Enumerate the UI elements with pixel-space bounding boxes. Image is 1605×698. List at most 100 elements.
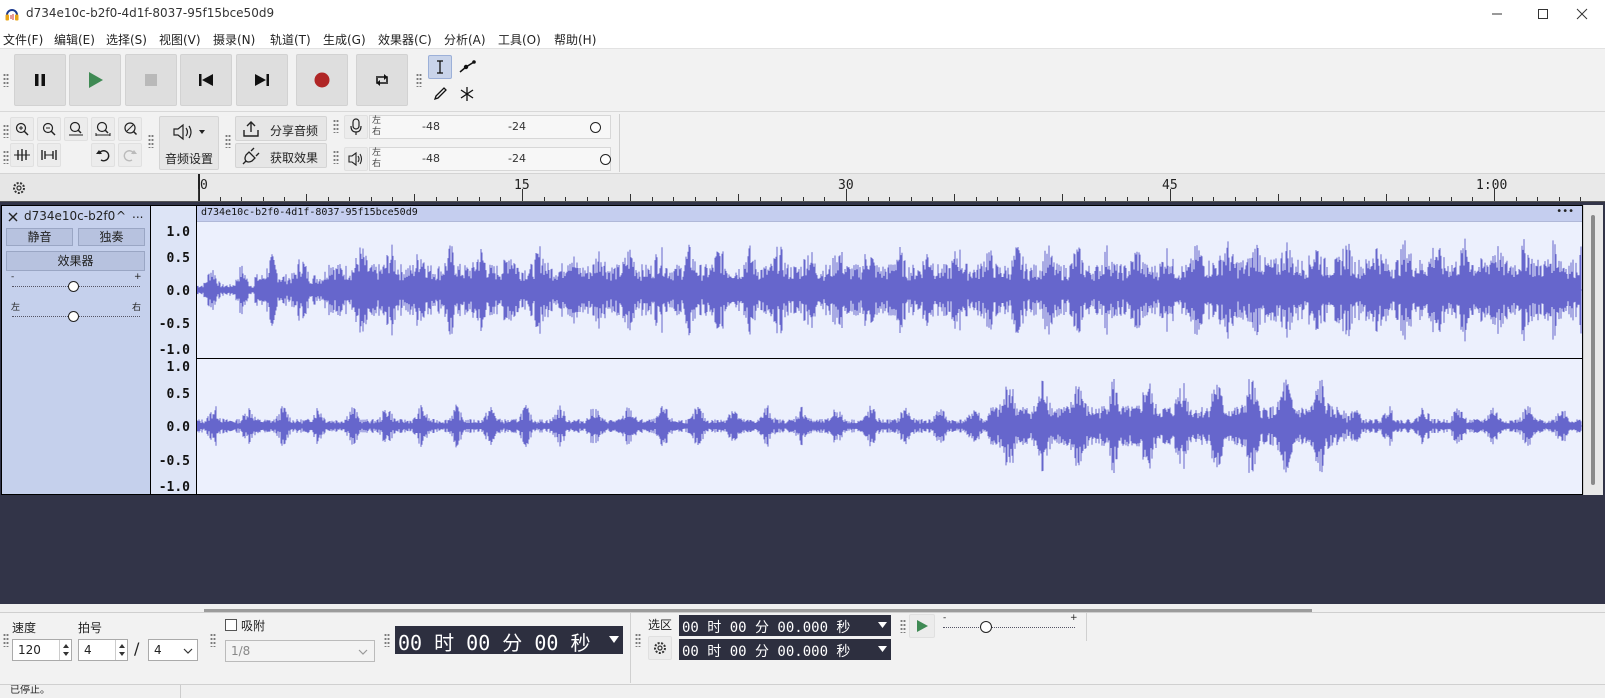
- track-name[interactable]: d734e10c-b2f0: [24, 209, 115, 223]
- selection-end-time[interactable]: 00 时 00 分 00.000 秒: [679, 639, 891, 660]
- toolbar-divider: [1086, 613, 1087, 641]
- zoom-in-button[interactable]: [10, 117, 34, 141]
- time-signature-upper-input[interactable]: 4: [78, 639, 128, 661]
- toolbar-grip[interactable]: [3, 73, 9, 87]
- playback-level-slider-knob[interactable]: [600, 154, 611, 165]
- play-button[interactable]: [69, 54, 121, 106]
- menu-edit[interactable]: 编辑(E): [54, 31, 95, 48]
- toolbar-grip[interactable]: [3, 633, 9, 647]
- ruler-tick: [414, 194, 415, 201]
- amplitude-scale[interactable]: 1.0 0.5 0.0 -0.5 -1.0 1.0 0.5 0.0 -0.5 -…: [151, 205, 196, 495]
- record-meter-button[interactable]: [344, 115, 368, 139]
- share-audio-button[interactable]: 分享音频: [235, 116, 327, 141]
- toolbar-grip[interactable]: [210, 633, 216, 647]
- minimize-button[interactable]: [1474, 0, 1520, 28]
- track-effects-button[interactable]: 效果器: [6, 251, 145, 271]
- skip-to-end-button[interactable]: [236, 54, 288, 106]
- menu-generate[interactable]: 生成(G): [323, 31, 366, 48]
- menu-tools[interactable]: 工具(O): [498, 31, 541, 48]
- fit-selection-button[interactable]: [64, 117, 88, 141]
- time-signature-lower-select[interactable]: 4: [148, 639, 198, 661]
- track-more-button[interactable]: ...: [132, 207, 143, 221]
- clip-menu-button[interactable]: •••: [1556, 206, 1574, 217]
- close-button[interactable]: [1559, 0, 1605, 28]
- solo-button[interactable]: 独奏: [78, 228, 145, 246]
- clip-title-bar[interactable]: d734e10c-b2f0-4d1f-8037-95f15bce50d9 •••: [197, 206, 1582, 222]
- menu-record[interactable]: 摄录(N): [213, 31, 255, 48]
- pan-slider-knob[interactable]: [68, 311, 79, 322]
- menu-view[interactable]: 视图(V): [159, 31, 201, 48]
- ruler-tick: [802, 197, 804, 201]
- multi-tool-button[interactable]: [455, 82, 479, 106]
- vertical-scrollbar[interactable]: [1583, 205, 1603, 495]
- ruler-tick: [673, 197, 675, 201]
- zoom-toggle-button[interactable]: [118, 117, 142, 141]
- play-at-speed-button[interactable]: [909, 614, 935, 638]
- selection-settings-button[interactable]: [648, 636, 672, 660]
- get-effects-button[interactable]: 获取效果: [235, 143, 327, 168]
- draw-tool-button[interactable]: [428, 82, 452, 106]
- toolbar-grip[interactable]: [333, 119, 339, 133]
- pause-button[interactable]: [14, 54, 66, 106]
- silence-button[interactable]: [37, 143, 61, 167]
- gain-slider-knob[interactable]: [68, 281, 79, 292]
- skip-to-start-button[interactable]: [180, 54, 232, 106]
- vertical-scrollbar-thumb[interactable]: [1591, 215, 1595, 485]
- toolbar-grip[interactable]: [3, 124, 9, 138]
- record-meter[interactable]: 左 右 -48 -24: [369, 115, 611, 139]
- menu-file[interactable]: 文件(F): [3, 31, 43, 48]
- play-icon: [89, 72, 103, 88]
- timeline-settings-gear-icon[interactable]: [11, 180, 27, 196]
- toolbar-grip[interactable]: [3, 150, 9, 164]
- playback-meter[interactable]: 左 右 -48 -24: [369, 147, 611, 171]
- toolbar-grip[interactable]: [333, 150, 339, 164]
- track-menu-caret[interactable]: ^: [116, 209, 126, 223]
- snap-checkbox[interactable]: [225, 619, 237, 631]
- toolbar-grip[interactable]: [416, 73, 422, 87]
- zoom-out-button[interactable]: [37, 117, 61, 141]
- audio-setup-button[interactable]: 音频设置: [159, 116, 219, 170]
- stop-button[interactable]: [125, 54, 177, 106]
- tempo-input[interactable]: 120: [12, 639, 72, 661]
- menu-select[interactable]: 选择(S): [106, 31, 147, 48]
- record-button[interactable]: [296, 54, 348, 106]
- toolbar-grip[interactable]: [900, 619, 906, 633]
- toolbar-grip[interactable]: [384, 633, 390, 647]
- ruler-tick: [997, 197, 999, 201]
- snap-select[interactable]: 1/8: [225, 640, 375, 662]
- undo-button[interactable]: [91, 143, 115, 167]
- redo-button[interactable]: [118, 143, 142, 167]
- mute-button[interactable]: 静音: [6, 228, 73, 246]
- close-track-icon[interactable]: [8, 212, 18, 222]
- time-display[interactable]: 00 时 00 分 00 秒: [395, 626, 623, 655]
- toolbar-grip[interactable]: [635, 633, 641, 647]
- audio-clip[interactable]: d734e10c-b2f0-4d1f-8037-95f15bce50d9 •••: [196, 205, 1583, 495]
- menu-help[interactable]: 帮助(H): [554, 31, 596, 48]
- trim-button[interactable]: [10, 143, 34, 167]
- record-level-slider-knob[interactable]: [590, 122, 601, 133]
- playback-meter-button[interactable]: [344, 147, 368, 171]
- timeline-ruler[interactable]: 0 15 30 45 1:00: [0, 174, 1605, 202]
- microphone-icon: [350, 118, 362, 135]
- ruler-tick: [1450, 197, 1452, 201]
- menu-analyze[interactable]: 分析(A): [444, 31, 486, 48]
- menu-tracks[interactable]: 轨道(T): [270, 31, 311, 48]
- toolbar-grip[interactable]: [148, 134, 154, 148]
- loop-button[interactable]: [356, 54, 408, 106]
- selection-start-time[interactable]: 00 时 00 分 00.000 秒: [679, 615, 891, 636]
- ruler-tick: [543, 197, 545, 201]
- minimize-icon: [1492, 13, 1502, 15]
- zoom-selection-icon: [69, 121, 83, 136]
- tempo-stepper[interactable]: [59, 640, 71, 660]
- selection-tool-button[interactable]: [428, 55, 452, 79]
- ruler-tick: [975, 197, 977, 201]
- time-signature-stepper[interactable]: [115, 640, 127, 660]
- speed-slider-knob[interactable]: [980, 621, 992, 633]
- meter-left-label: 左: [372, 148, 382, 158]
- menu-effects[interactable]: 效果器(C): [378, 31, 432, 48]
- envelope-tool-button[interactable]: [455, 55, 479, 79]
- ruler-tick: [306, 194, 307, 201]
- toolbar-grip[interactable]: [225, 134, 231, 148]
- fit-project-button[interactable]: [91, 117, 115, 141]
- multi-tool-icon: [460, 87, 474, 101]
